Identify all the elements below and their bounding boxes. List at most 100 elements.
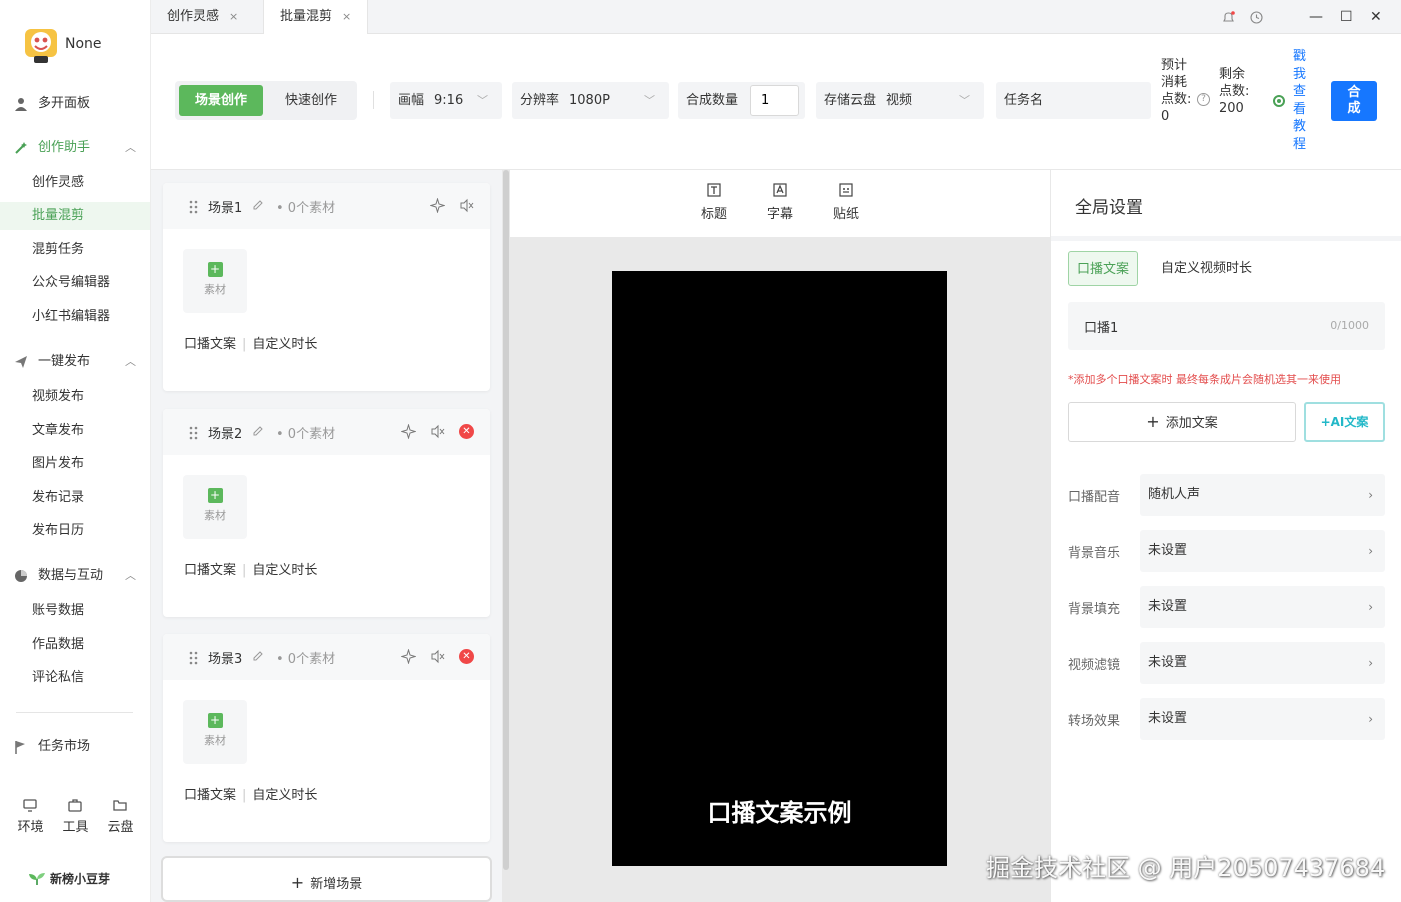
close-window-icon[interactable]: ✕ — [1370, 9, 1382, 25]
scene-footer: 口播文案 | 自定义时长 — [184, 563, 318, 578]
scene-footer: 口播文案 | 自定义时长 — [184, 788, 318, 803]
task-name-placeholder: 任务名 — [1004, 93, 1044, 108]
tool-tools[interactable]: 工具 — [62, 798, 89, 838]
sidebar-item-xhs-editor[interactable]: 小红书编辑器 — [0, 303, 150, 331]
maximize-icon[interactable]: ☐ — [1340, 9, 1353, 25]
sidebar-item-publish-calendar[interactable]: 发布日历 — [0, 517, 150, 545]
task-name-input[interactable]: 任务名 — [996, 82, 1151, 119]
setting-value-select[interactable]: 未设置 › — [1140, 698, 1385, 740]
minimize-icon[interactable]: — — [1309, 9, 1323, 25]
tab-custom-duration[interactable]: 自定义视频时长 — [1153, 251, 1260, 286]
sparkle-icon[interactable] — [401, 649, 416, 664]
user-icon — [15, 98, 27, 111]
subtitle-tool[interactable]: 字幕 — [760, 183, 800, 222]
sidebar-item-article-publish[interactable]: 文章发布 — [0, 417, 150, 445]
sidebar-item-task-market[interactable]: 任务市场 — [0, 733, 150, 761]
sidebar-item-image-publish[interactable]: 图片发布 — [0, 450, 150, 478]
ai-copy-button[interactable]: +AI文案 — [1304, 402, 1385, 442]
mode-scene-button[interactable]: 场景创作 — [179, 85, 263, 116]
add-material-button[interactable]: + 素材 — [183, 249, 247, 313]
bell-icon[interactable] — [1222, 11, 1235, 24]
sidebar-item-video-publish[interactable]: 视频发布 — [0, 383, 150, 411]
resolution-select[interactable]: 分辨率 1080P ﹀ — [512, 82, 669, 119]
tab-batch-mix[interactable]: 批量混剪 × — [263, 0, 369, 34]
clock-icon[interactable] — [1250, 11, 1263, 24]
add-material-button[interactable]: + 素材 — [183, 475, 247, 539]
help-icon[interactable]: ? — [1197, 93, 1210, 106]
sidebar-group-publish[interactable]: 一键发布 ︿ — [0, 348, 150, 376]
scrollbar-thumb[interactable] — [503, 170, 509, 870]
scene-copy-link[interactable]: 口播文案 — [184, 788, 236, 803]
scene-duration-link[interactable]: 自定义时长 — [252, 337, 317, 352]
sidebar-item-publish-log[interactable]: 发布记录 — [0, 484, 150, 512]
drag-handle-icon[interactable] — [189, 200, 199, 214]
tutorial-link[interactable]: 戳我查看教程 — [1293, 48, 1307, 153]
mute-icon[interactable] — [430, 649, 445, 664]
sidebar-item-wechat-editor[interactable]: 公众号编辑器 — [0, 269, 150, 297]
plus-icon: + — [207, 262, 223, 277]
drag-handle-icon[interactable] — [189, 426, 199, 440]
scene-duration-link[interactable]: 自定义时长 — [252, 563, 317, 578]
setting-row-fill: 背景填充 未设置 › — [1068, 586, 1385, 628]
synthesize-button[interactable]: 合成 — [1331, 81, 1377, 121]
sidebar-item-comments[interactable]: 评论私信 — [0, 664, 150, 692]
chevron-right-icon: › — [1368, 488, 1373, 502]
tab-voice-copy[interactable]: 口播文案 — [1068, 251, 1139, 286]
sidebar-item-label: 多开面板 — [38, 96, 91, 111]
storage-select[interactable]: 存储云盘 视频 ﹀ — [816, 82, 984, 119]
chevron-right-icon: › — [1368, 544, 1373, 558]
video-preview[interactable]: 口播文案示例 — [612, 271, 947, 866]
setting-value-select[interactable]: 未设置 › — [1140, 530, 1385, 572]
sidebar-group-label: 数据与互动 — [38, 568, 104, 583]
sticker-tool[interactable]: 贴纸 — [826, 183, 866, 222]
count-input[interactable] — [750, 85, 799, 116]
tab-label: 批量混剪 — [280, 9, 333, 24]
sprout-icon — [29, 872, 45, 885]
sidebar-group-creation[interactable]: 创作助手 ︿ — [0, 134, 150, 162]
scene-duration-link[interactable]: 自定义时长 — [252, 788, 317, 803]
edit-icon[interactable] — [252, 650, 264, 662]
scene-copy-link[interactable]: 口播文案 — [184, 337, 236, 352]
title-tool[interactable]: 标题 — [694, 183, 734, 222]
tool-environment[interactable]: 环境 — [17, 798, 44, 838]
sidebar-group-data[interactable]: 数据与互动 ︿ — [0, 562, 150, 590]
sparkle-icon[interactable] — [401, 424, 416, 439]
delete-scene-icon[interactable]: ✕ — [459, 424, 474, 439]
ratio-select[interactable]: 画幅 9:16 ﹀ — [390, 82, 502, 119]
plus-icon: + — [207, 713, 223, 728]
sidebar-item-mix-tasks[interactable]: 混剪任务 — [0, 236, 150, 264]
sidebar-item-batch-mix[interactable]: 批量混剪 — [0, 202, 150, 230]
add-scene-button[interactable]: + 新增场景 — [161, 856, 492, 902]
tool-cloud-disk[interactable]: 云盘 — [107, 798, 134, 838]
radio-icon[interactable] — [1273, 95, 1285, 107]
user-name[interactable]: None — [65, 36, 102, 52]
close-icon[interactable]: × — [342, 10, 351, 23]
mute-icon[interactable] — [459, 198, 474, 213]
mute-icon[interactable] — [430, 424, 445, 439]
preview-caption[interactable]: 口播文案示例 — [612, 793, 947, 828]
add-copy-button[interactable]: + 添加文案 — [1068, 402, 1296, 442]
mode-quick-button[interactable]: 快速创作 — [269, 85, 353, 116]
chevron-right-icon: › — [1368, 712, 1373, 726]
setting-value-select[interactable]: 未设置 › — [1140, 642, 1385, 684]
setting-value-select[interactable]: 未设置 › — [1140, 586, 1385, 628]
sidebar-item-multi-panel[interactable]: 多开面板 — [0, 90, 150, 118]
sticker-icon — [839, 183, 853, 197]
copy-item[interactable]: 口播1 0/1000 — [1068, 302, 1385, 350]
sparkle-icon[interactable] — [430, 198, 445, 213]
sidebar-item-works-data[interactable]: 作品数据 — [0, 631, 150, 659]
delete-scene-icon[interactable]: ✕ — [459, 649, 474, 664]
sidebar-item-account-data[interactable]: 账号数据 — [0, 597, 150, 625]
edit-icon[interactable] — [252, 199, 264, 211]
scene-card: 场景1 • 0个素材 + 素材 口播文案 | 自定义时长 — [163, 183, 490, 391]
edit-icon[interactable] — [252, 425, 264, 437]
sidebar-item-inspiration[interactable]: 创作灵感 — [0, 169, 150, 197]
close-icon[interactable]: × — [229, 10, 238, 23]
setting-value-select[interactable]: 随机人声 › — [1140, 474, 1385, 516]
drag-handle-icon[interactable] — [189, 651, 199, 665]
add-material-button[interactable]: + 素材 — [183, 700, 247, 764]
tool-label: 标题 — [700, 207, 727, 222]
scene-copy-link[interactable]: 口播文案 — [184, 563, 236, 578]
tab-inspiration[interactable]: 创作灵感 × — [151, 0, 254, 34]
scenes-scrollbar[interactable] — [502, 170, 510, 902]
